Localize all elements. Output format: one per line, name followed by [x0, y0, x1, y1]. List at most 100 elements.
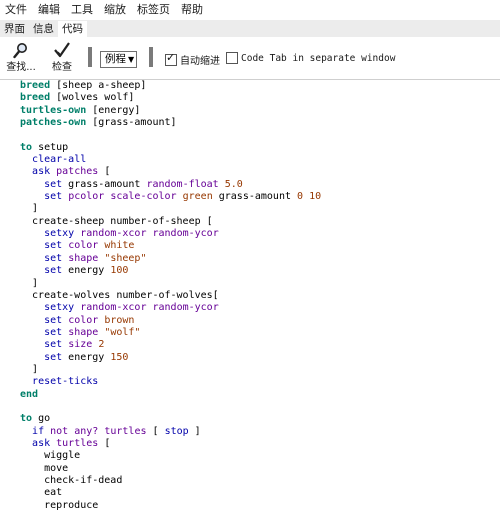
code-token: eat	[20, 487, 63, 499]
code-token: set	[44, 351, 63, 363]
code-line: to setup	[0, 142, 500, 154]
code-token: create-sheep number-of-sheep [	[20, 215, 213, 227]
code-token: shape	[68, 252, 99, 264]
code-token: "wolf"	[104, 326, 141, 338]
code-token: end	[20, 388, 39, 400]
separate-window-label: Code Tab in separate window	[241, 52, 396, 64]
toolbar-separator	[88, 47, 92, 67]
code-toolbar: 查找... 检查 例程 ▼ ✓ 自动缩进 Code Tab in separat…	[0, 37, 500, 80]
code-token: stop	[164, 425, 189, 437]
find-button[interactable]: 查找...	[6, 41, 36, 74]
code-token: 5.0	[224, 178, 243, 190]
code-token: [energy]	[86, 104, 141, 116]
code-line: set energy 150	[0, 352, 500, 364]
code-token: random-ycor	[152, 302, 219, 314]
code-line: wiggle	[0, 450, 500, 462]
code-token: scale-color	[110, 191, 177, 203]
code-token: green	[182, 191, 213, 203]
code-line: ]	[0, 203, 500, 215]
code-token: [	[98, 166, 111, 178]
code-token: size	[68, 339, 93, 351]
code-token: [	[98, 437, 111, 449]
code-token: turtles	[104, 425, 147, 437]
tab-item[interactable]: 代码	[58, 21, 87, 37]
magnifier-icon	[6, 41, 36, 59]
code-token: color	[68, 314, 99, 326]
check-button[interactable]: 检查	[50, 41, 74, 74]
tab-item[interactable]: 信息	[29, 21, 58, 37]
code-line: if not any? turtles [ stop ]	[0, 426, 500, 438]
code-line: set pcolor scale-color green grass-amoun…	[0, 191, 500, 203]
code-token: shape	[68, 326, 99, 338]
code-editor[interactable]: breed [sheep a-sheep] breed [wolves wolf]…	[0, 80, 500, 515]
menu-item[interactable]: 缩放	[99, 0, 132, 20]
code-token: brown	[104, 314, 135, 326]
code-token: create-wolves number-of-wolves[	[20, 289, 219, 301]
menu-item[interactable]: 编辑	[33, 0, 66, 20]
code-token: [	[146, 425, 165, 437]
code-token: to	[20, 413, 33, 425]
code-line: move	[0, 463, 500, 475]
code-line: set color brown	[0, 315, 500, 327]
auto-indent-checkbox[interactable]: ✓ 自动缩进	[165, 50, 220, 67]
procedures-dropdown[interactable]: 例程 ▼	[100, 51, 138, 68]
code-line: to go	[0, 413, 500, 425]
code-token: not	[50, 425, 69, 437]
code-token: set	[44, 178, 63, 190]
tab-item[interactable]: 界面	[0, 21, 29, 37]
code-line: ask patches [	[0, 166, 500, 178]
code-token: setup	[32, 141, 69, 153]
code-token: set	[44, 191, 63, 203]
menu-item[interactable]: 工具	[66, 0, 99, 20]
checkbox-box	[226, 52, 238, 64]
code-token: reproduce	[20, 499, 99, 511]
code-token: move	[20, 462, 69, 474]
code-line: eat	[0, 487, 500, 499]
code-token: breed	[20, 92, 51, 104]
code-line: set shape "wolf"	[0, 327, 500, 339]
code-token: go	[32, 413, 51, 425]
auto-indent-label: 自动缩进	[180, 56, 220, 67]
code-token: energy	[62, 351, 111, 363]
code-line: setxy random-xcor random-ycor	[0, 228, 500, 240]
code-token: white	[104, 240, 135, 252]
code-token: ]	[188, 425, 201, 437]
code-token: clear-all	[32, 154, 87, 166]
code-token: set	[44, 252, 63, 264]
code-line: ]	[0, 278, 500, 290]
menu-item[interactable]: 文件	[0, 0, 33, 20]
menu-item[interactable]: 标签页	[132, 0, 176, 20]
code-token: ]	[20, 203, 39, 215]
code-token: 150	[110, 351, 129, 363]
code-token: [grass-amount]	[86, 117, 177, 129]
code-token: 2	[98, 339, 105, 351]
separate-window-checkbox[interactable]: Code Tab in separate window	[226, 52, 395, 64]
code-token: check-if-dead	[20, 475, 123, 486]
code-token: random-xcor	[80, 228, 147, 240]
code-token: ask	[32, 166, 51, 178]
code-token: reset-ticks	[32, 376, 99, 388]
code-token: any?	[74, 425, 99, 437]
code-line: check-if-dead	[0, 475, 500, 487]
code-token: patches	[56, 166, 99, 178]
code-line: create-wolves number-of-wolves[	[0, 290, 500, 302]
code-token: if	[32, 425, 45, 437]
code-token: set	[44, 326, 63, 338]
dropdown-arrow-icon: ▼	[128, 55, 135, 64]
code-line: set size 2	[0, 339, 500, 351]
code-token: ]	[20, 363, 39, 375]
menu-item[interactable]: 帮助	[176, 0, 209, 20]
checkmark-icon: ✓	[166, 50, 176, 64]
code-token: grass-amount	[62, 178, 147, 190]
code-line: set energy 100	[0, 265, 500, 277]
code-token: ]	[20, 277, 39, 289]
code-token: setxy	[44, 302, 75, 314]
check-label: 检查	[52, 62, 72, 73]
